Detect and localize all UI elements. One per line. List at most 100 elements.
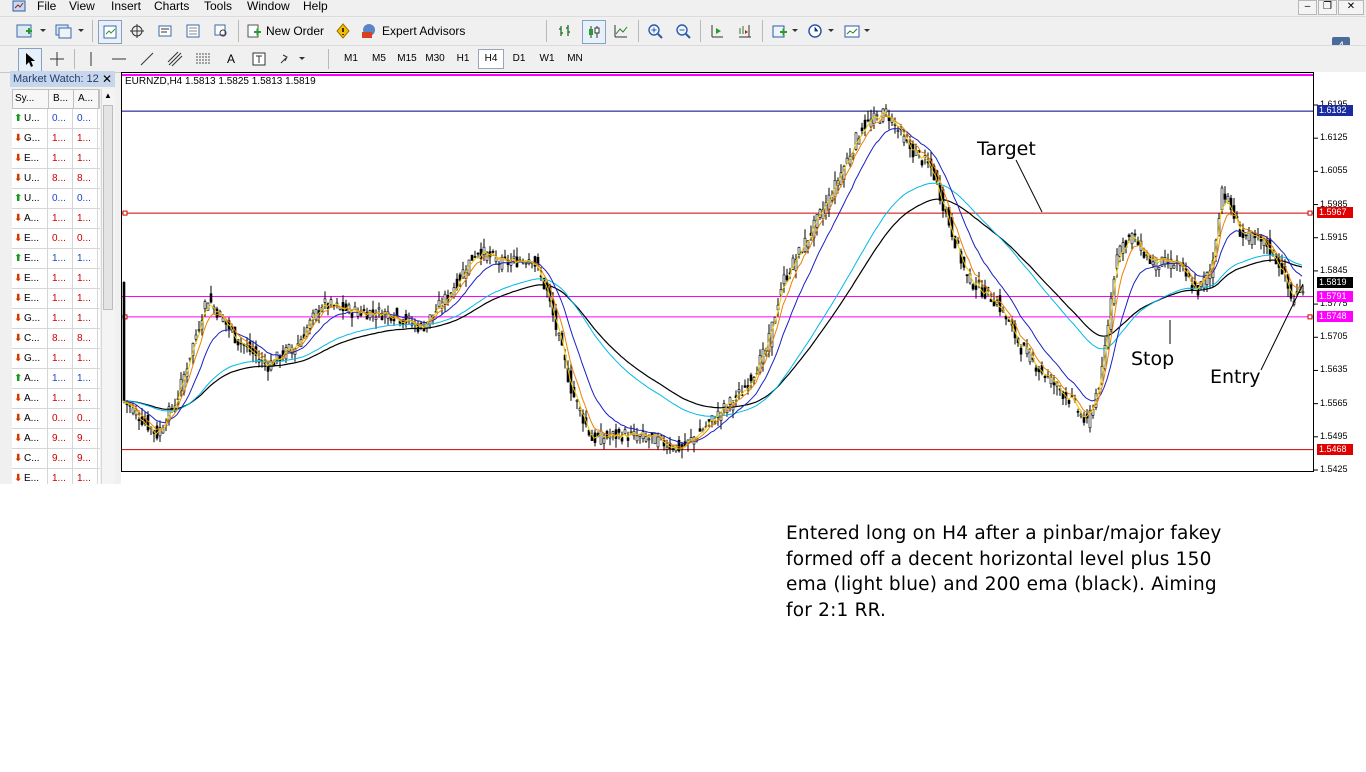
terminal-button[interactable] (154, 20, 176, 42)
menu-view[interactable]: View (69, 0, 95, 14)
indicators-button[interactable] (770, 20, 802, 42)
minimize-icon[interactable]: – (1298, 0, 1317, 15)
cursor-tool-button[interactable] (18, 48, 42, 72)
column-ask[interactable]: A... (74, 90, 99, 108)
menu-file[interactable]: File (37, 0, 56, 14)
arrows-tool-button[interactable] (276, 48, 310, 70)
text-tool-button[interactable]: A (220, 48, 242, 70)
bid-cell: 1... (48, 269, 73, 288)
symbol-cell: ⬇ E... (12, 269, 48, 288)
market-watch-row[interactable]: ⬇ A... 1... 1... (12, 389, 100, 409)
new-chart-button[interactable] (14, 20, 50, 42)
market-watch-row[interactable]: ⬇ A... 9... 9... (12, 429, 100, 449)
restore-icon[interactable]: ❐ (1318, 0, 1337, 15)
market-watch-row[interactable]: ⬇ E... 0... 0... (12, 229, 100, 249)
market-watch-row[interactable]: ⬇ C... 8... 8... (12, 329, 100, 349)
bid-cell: 1... (48, 209, 73, 228)
horizontal-line-tool-button[interactable] (108, 48, 130, 70)
timeframe-h4-button[interactable]: H4 (478, 49, 504, 69)
market-watch-scrollbar[interactable]: ▲ (101, 89, 115, 484)
clock-icon (808, 24, 834, 38)
ask-cell: 1... (73, 209, 98, 228)
market-watch-toggle-button[interactable] (98, 20, 122, 44)
timeframe-mn-button[interactable]: MN (562, 49, 588, 69)
candlestick-icon (589, 26, 600, 38)
autotrading-warning-button[interactable] (332, 20, 354, 42)
scrollbar-thumb[interactable] (103, 105, 113, 310)
timeframe-h1-button[interactable]: H1 (450, 49, 476, 69)
menu-help[interactable]: Help (303, 0, 328, 14)
close-icon[interactable]: ✕ (102, 71, 112, 87)
symbol-text: E... (24, 273, 40, 284)
market-watch-row[interactable]: ⬇ G... 1... 1... (12, 129, 100, 149)
data-window-button[interactable] (182, 20, 204, 42)
price-axis-label: 1.6125 (1320, 132, 1348, 143)
profiles-button[interactable] (52, 20, 88, 42)
candlestick-chart-button[interactable] (582, 20, 606, 44)
zoom-in-button[interactable] (644, 20, 666, 42)
timeframe-d1-button[interactable]: D1 (506, 49, 532, 69)
market-watch-row[interactable]: ⬇ G... 1... 1... (12, 309, 100, 329)
autoscroll-button[interactable] (706, 20, 728, 42)
market-watch-row[interactable]: ⬆ E... 1... 1... (12, 249, 100, 269)
menu-tools[interactable]: Tools (204, 0, 232, 14)
market-watch-row[interactable]: ⬇ C... 9... 9... (12, 449, 100, 469)
market-watch-row[interactable]: ⬇ E... 1... 1... (12, 289, 100, 309)
fibonacci-tool-button[interactable] (192, 48, 214, 70)
crosshair-tool-button[interactable] (46, 48, 68, 70)
timeframe-m5-button[interactable]: M5 (366, 49, 392, 69)
timeframe-m1-button[interactable]: M1 (338, 49, 364, 69)
market-watch-row[interactable]: ⬇ E... 1... 1... (12, 269, 100, 289)
target-annotation: Target (977, 138, 1036, 160)
market-watch-title-bar: Market Watch: 12 ✕ (10, 71, 115, 87)
timeframe-m15-button[interactable]: M15 (394, 49, 420, 69)
menu-charts[interactable]: Charts (154, 0, 189, 14)
equidistant-channel-icon (167, 51, 183, 67)
bar-chart-button[interactable] (554, 20, 576, 42)
zoom-out-button[interactable] (672, 20, 694, 42)
line-chart-button[interactable] (610, 20, 632, 42)
market-watch-row[interactable]: ⬇ U... 8... 8... (12, 169, 100, 189)
magnifier-chart-icon (214, 24, 227, 37)
scroll-up-icon[interactable]: ▲ (104, 91, 112, 100)
bid-cell: 9... (48, 429, 73, 448)
market-watch-row[interactable]: ⬇ G... 1... 1... (12, 349, 100, 369)
symbol-cell: ⬇ A... (12, 429, 48, 448)
market-watch-header: Sy... B... A... (12, 89, 100, 109)
text-label-tool-button[interactable] (248, 48, 270, 70)
navigator-button[interactable] (126, 20, 148, 42)
market-watch-row[interactable]: ⬇ A... 0... 0... (12, 409, 100, 429)
terminal-icon (158, 25, 172, 37)
expert-advisors-button[interactable]: Expert Advisors (360, 20, 468, 42)
vertical-line-tool-button[interactable] (80, 48, 102, 70)
chart-window[interactable]: EURNZD,H4 1.5813 1.5825 1.5813 1.5819 Ta… (121, 72, 1366, 484)
market-watch-row[interactable]: ⬆ A... 1... 1... (12, 369, 100, 389)
close-icon[interactable]: ✕ (1338, 0, 1364, 15)
price-axis-label: 1.5495 (1320, 430, 1348, 441)
strategy-tester-button[interactable] (210, 20, 232, 42)
timeframe-m30-button[interactable]: M30 (422, 49, 448, 69)
column-symbol[interactable]: Sy... (13, 90, 49, 108)
symbol-cell: ⬇ C... (12, 329, 48, 348)
market-watch-row[interactable]: ⬆ U... 0... 0... (12, 109, 100, 129)
market-watch-row[interactable]: ⬇ E... 1... 1... (12, 149, 100, 169)
new-order-button[interactable]: New Order (246, 20, 328, 42)
market-watch-row[interactable]: ⬇ E... 1... 1... (12, 469, 100, 484)
trendline-tool-button[interactable] (136, 48, 158, 70)
ask-cell: 1... (73, 289, 98, 308)
symbol-text: A... (24, 213, 40, 224)
chart-shift-button[interactable] (734, 20, 756, 42)
timeframe-w1-button[interactable]: W1 (534, 49, 560, 69)
data-window-icon (186, 24, 200, 38)
ask-cell: 1... (73, 349, 98, 368)
column-bid[interactable]: B... (49, 90, 74, 108)
templates-button[interactable] (842, 20, 874, 42)
menu-insert[interactable]: Insert (111, 0, 141, 14)
periods-button[interactable] (806, 20, 838, 42)
price-axis-label: 1.5705 (1320, 331, 1348, 342)
menu-window[interactable]: Window (247, 0, 290, 14)
market-watch-row[interactable]: ⬆ U... 0... 0... (12, 189, 100, 209)
arrow-down-icon: ⬇ (14, 433, 23, 444)
channel-tool-button[interactable] (164, 48, 186, 70)
market-watch-row[interactable]: ⬇ A... 1... 1... (12, 209, 100, 229)
